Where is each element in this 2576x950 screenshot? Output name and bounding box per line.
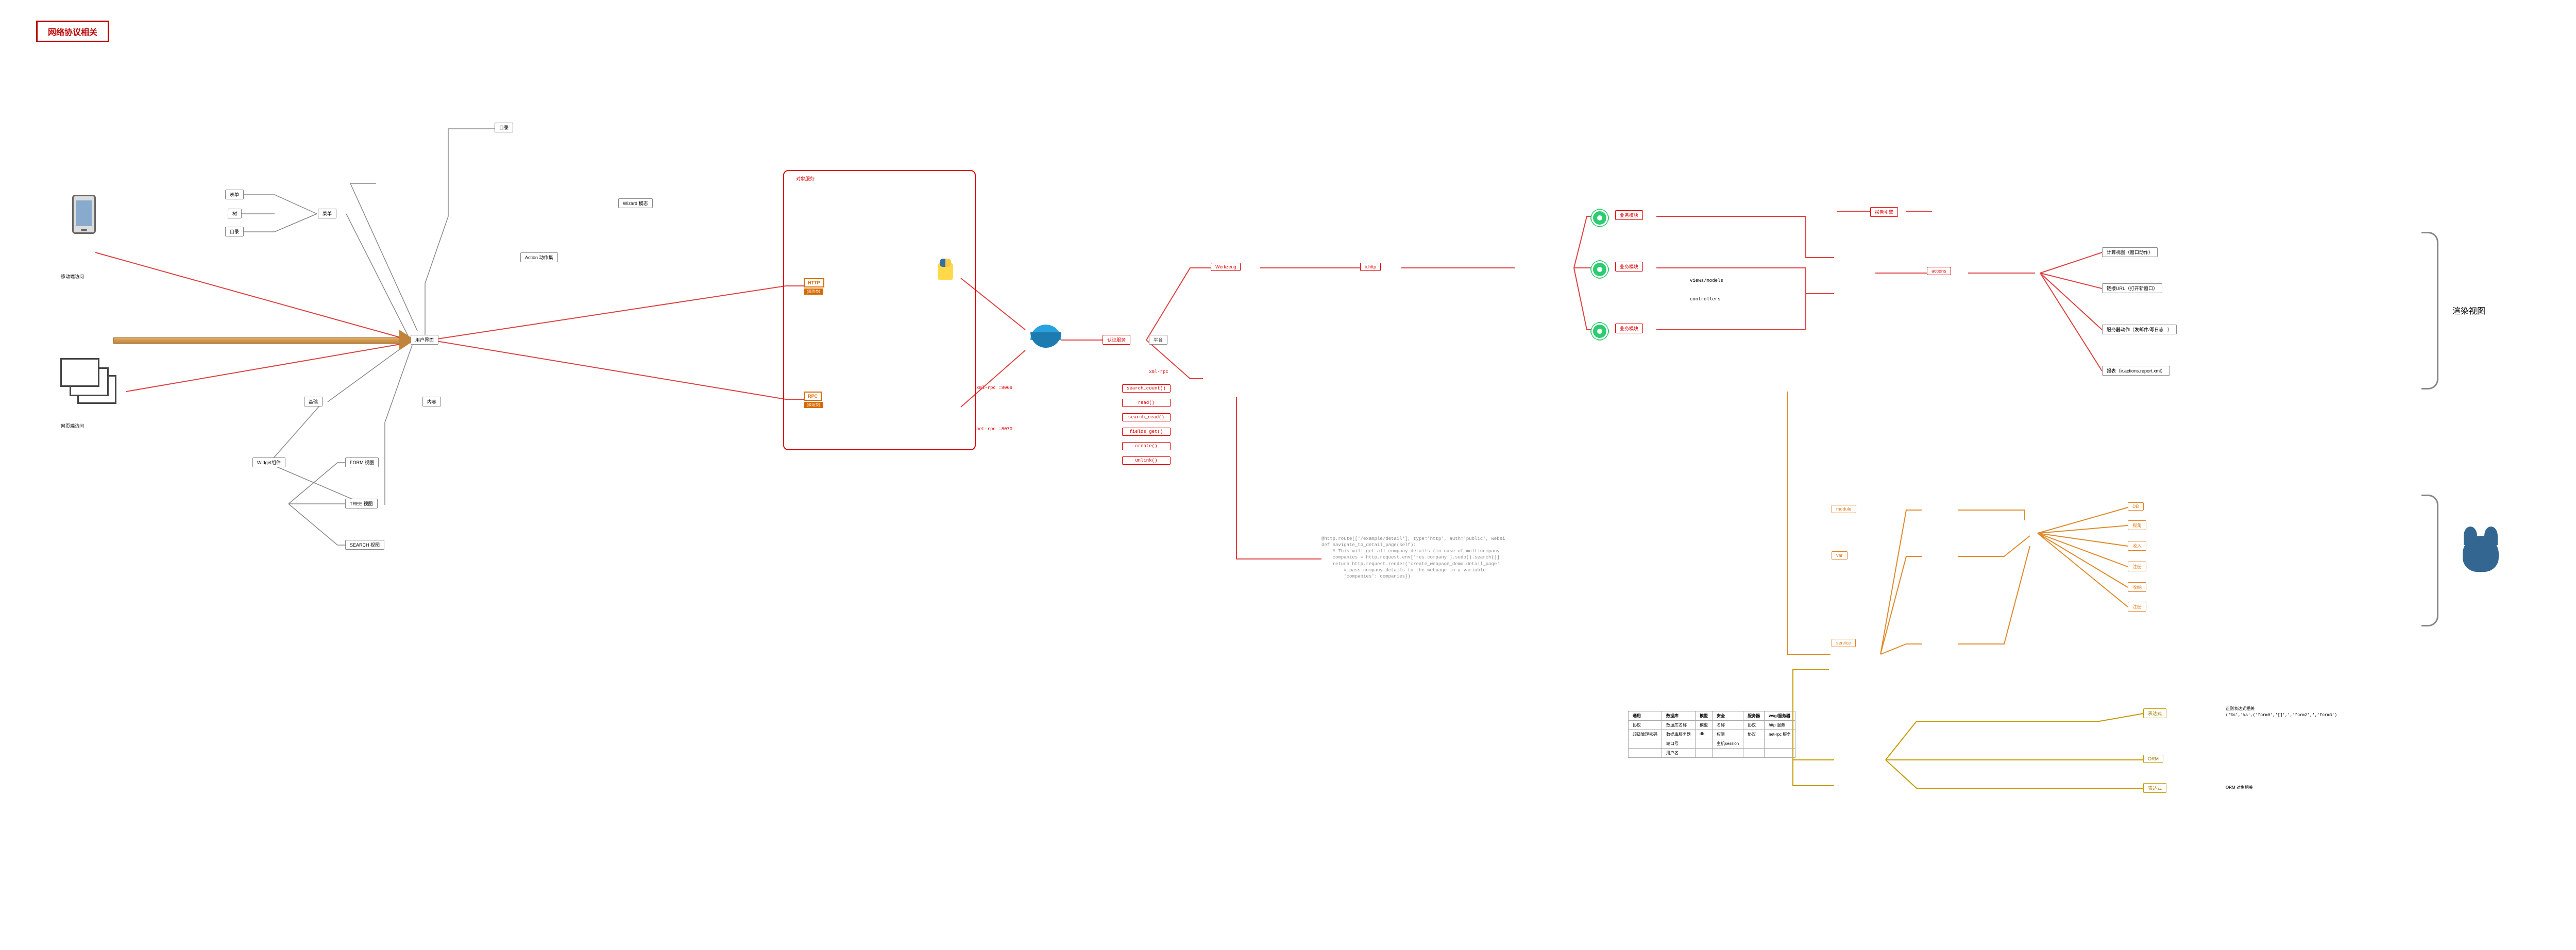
content: 内容: [422, 397, 441, 406]
user-interface: 用户界面: [411, 335, 438, 345]
irhttp: ir.http: [1360, 263, 1381, 271]
orm-note: ORM 对象相关: [2226, 785, 2253, 790]
mvc-0: DB: [2128, 502, 2144, 511]
cog-3: [1593, 325, 1606, 338]
controllers: controllers: [1690, 297, 1720, 302]
biz-3: 业务模块: [1615, 324, 1643, 333]
title: 网络协议相关: [36, 21, 109, 42]
action-3: 报表（ir.actions.report.xml）: [2102, 366, 2170, 376]
catalog2: 目录: [495, 123, 513, 132]
view-form: FORM 视图: [345, 457, 379, 467]
orm-3: fields_get(): [1122, 428, 1171, 436]
tree: 树: [228, 209, 242, 218]
mvc-4: 收纳: [2128, 582, 2146, 592]
mvc-1: 视角: [2128, 520, 2146, 530]
basic: 基础: [304, 397, 323, 406]
actions: actions: [1927, 267, 1951, 275]
expr2: 表达式: [2143, 783, 2166, 793]
views-models: views/models: [1690, 278, 1723, 283]
auth-label: 认证服务: [1103, 335, 1130, 345]
action: Action 动作集: [520, 252, 558, 262]
wizard: Wizard 模态: [618, 198, 653, 208]
objsvc-frame: [783, 170, 976, 450]
config-grid: 通用数据库模型 安全服务器wsgi服务器 协议数据库名称模型 名称协议http …: [1628, 711, 1795, 758]
mvc-5: 注册: [2128, 602, 2146, 612]
orm-2: search_read(): [1122, 413, 1171, 421]
http-chip: HTTP: [804, 278, 824, 287]
catalog: 目录: [225, 227, 244, 236]
browser-icon: [77, 375, 116, 404]
cog-2: [1593, 263, 1606, 276]
orm-1: read(): [1122, 399, 1171, 407]
module: module: [1832, 505, 1856, 513]
rpc-sub: (调用类): [804, 402, 823, 408]
service: service: [1832, 639, 1856, 647]
brace-render: [2421, 232, 2438, 389]
action-0: 计算视图（窗口动作）: [2102, 247, 2158, 257]
objsvc-title: 对象服务: [796, 175, 815, 182]
report-engine: 报告引擎: [1870, 207, 1898, 217]
biz-2: 业务模块: [1615, 262, 1643, 272]
orm-4: create(): [1122, 442, 1171, 450]
router-icon: [1030, 325, 1061, 340]
view-tree: TREE 视图: [345, 499, 378, 508]
orm-0: search_count(): [1122, 384, 1171, 393]
werkzeug: Werkzeug: [1211, 263, 1241, 271]
biz-1: 业务模块: [1615, 210, 1643, 220]
action-2: 服务器动作（发邮件/写日志...）: [2102, 325, 2177, 334]
render-label: 渲染视图: [2452, 304, 2485, 316]
python-icon: [938, 263, 953, 280]
mobile-icon: [72, 195, 96, 234]
code-snippet: @http.route(['/example/detail'], type='h…: [1321, 536, 1636, 580]
mvc-2: 收入: [2128, 541, 2146, 551]
rpc-chip: RPC: [804, 392, 822, 401]
brace-db: [2421, 495, 2438, 626]
xmlrpc-label: xml-rpc: [1149, 369, 1168, 375]
mvc-3: 注册: [2128, 562, 2146, 571]
expr-note1: 正则表达式相关: [2226, 706, 2255, 711]
list: 表单: [225, 190, 244, 199]
orm-stack: search_count() read() search_read() fiel…: [1122, 384, 1171, 465]
orm: ORM: [2143, 755, 2163, 763]
expr: 表达式: [2143, 708, 2166, 718]
expr-note2: ('%s','%s',('form0','[]',','form2',','fo…: [2226, 713, 2337, 718]
http-sub: (调用类): [804, 289, 823, 295]
net-port: net-rpc :8070: [976, 427, 1012, 432]
postgres-icon: [2463, 536, 2499, 572]
platform: 平台: [1149, 335, 1167, 345]
xml-port: xml-rpc :8069: [976, 385, 1012, 391]
grid-header-row: 通用数据库模型 安全服务器wsgi服务器: [1629, 711, 1795, 721]
cog-1: [1593, 211, 1606, 225]
view-search: SEARCH 视图: [345, 540, 384, 550]
action-1: 链接URL（打开新窗口）: [2102, 283, 2162, 293]
web-label: 网页端访问: [61, 422, 84, 429]
menu: 菜单: [318, 209, 336, 218]
mobile-label: 移动端访问: [61, 273, 84, 280]
arrow-shaft: [113, 337, 403, 344]
wires: [0, 0, 2576, 950]
var: var: [1832, 551, 1848, 559]
widget: Widget组件: [252, 457, 285, 467]
orm-5: unlink(): [1122, 456, 1171, 465]
